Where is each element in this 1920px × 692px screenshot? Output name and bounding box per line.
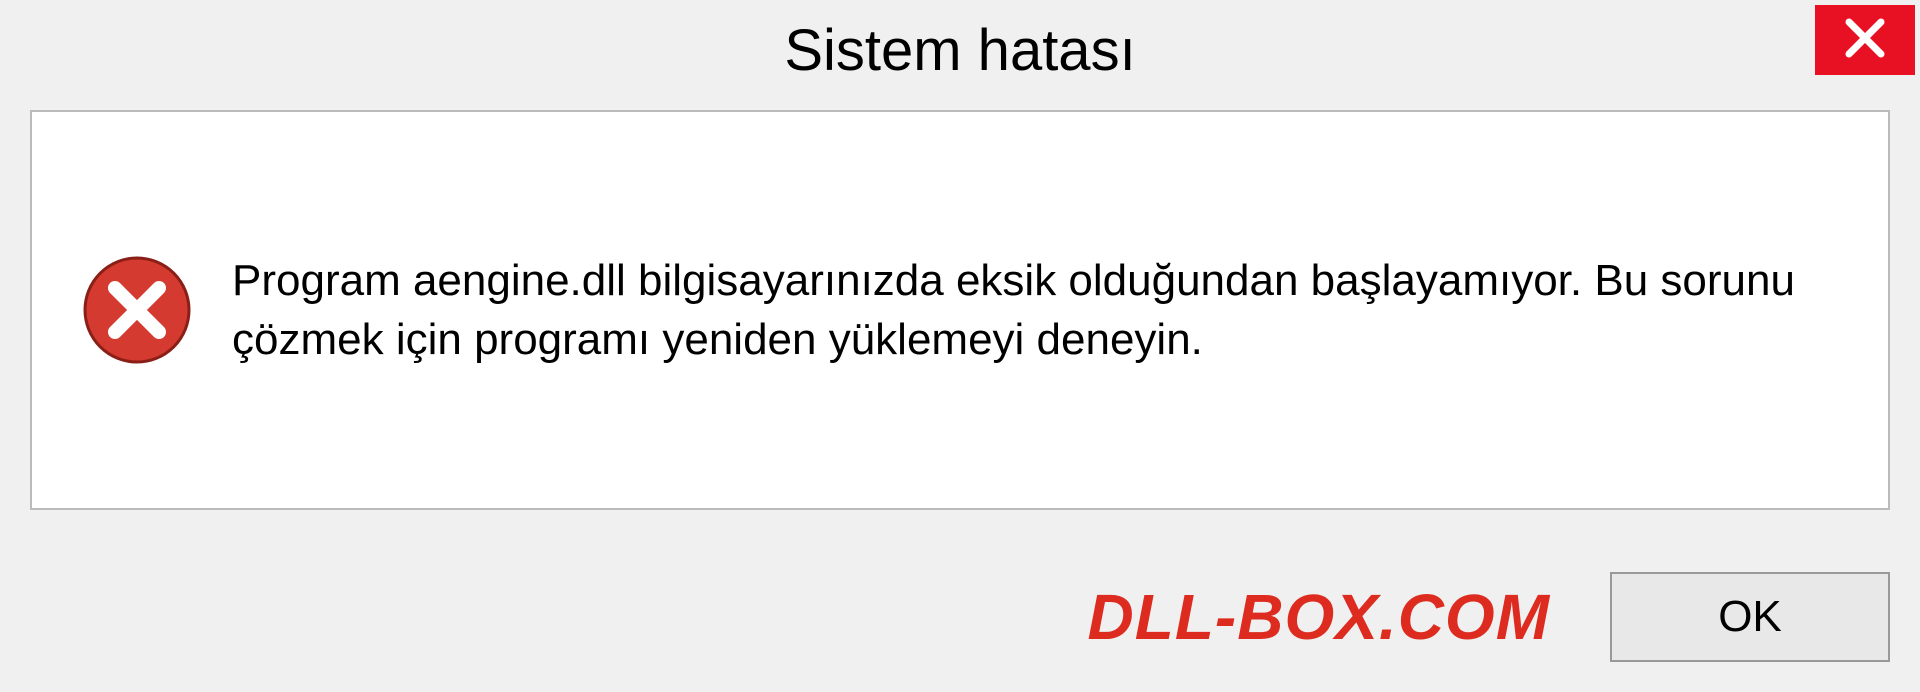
dialog-footer: DLL-BOX.COM OK <box>1088 572 1891 662</box>
close-button[interactable] <box>1815 5 1915 75</box>
close-icon <box>1843 16 1887 65</box>
ok-button[interactable]: OK <box>1610 572 1890 662</box>
dialog-content: Program aengine.dll bilgisayarınızda eks… <box>30 110 1890 510</box>
error-icon <box>82 255 192 365</box>
error-message: Program aengine.dll bilgisayarınızda eks… <box>232 251 1838 370</box>
dialog-title: Sistem hatası <box>784 17 1135 84</box>
watermark-text: DLL-BOX.COM <box>1088 580 1551 654</box>
ok-button-label: OK <box>1718 592 1782 642</box>
titlebar: Sistem hatası <box>0 0 1920 100</box>
